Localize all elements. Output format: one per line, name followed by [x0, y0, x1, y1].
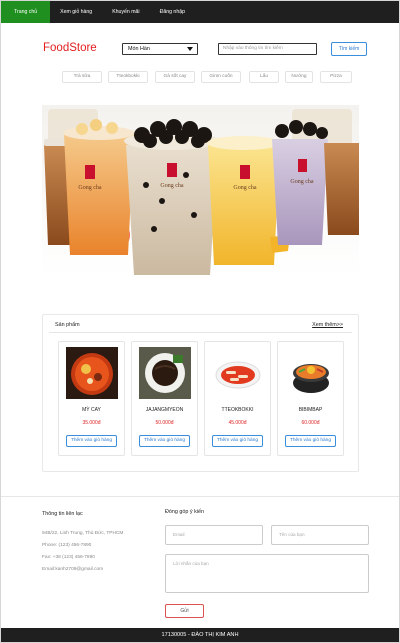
product-name: MỲ CAY [82, 407, 101, 413]
category-chip[interactable]: Pizza [320, 71, 352, 83]
cup-label: Gong cha [290, 179, 313, 185]
contact-email: Email:kanh2709@gmail.com [42, 567, 104, 572]
cup-label: Gong cha [233, 185, 256, 191]
top-nav: Trang chủ Xem giỏ hàng Khuyến mãi Đăng n… [1, 1, 399, 23]
bibimbap-image [285, 347, 337, 399]
product-section: Sản phẩm Xem thêm>> MỲ CAY 35.000đ Thêm … [42, 314, 359, 472]
product-price: 60.000đ [301, 420, 320, 426]
add-to-cart-button[interactable]: Thêm vào giỏ hàng [212, 435, 263, 447]
divider [49, 332, 352, 333]
add-to-cart-button[interactable]: Thêm vào giỏ hàng [285, 435, 336, 447]
category-chips: Trà sữa Tteokbokki Gà sốt cay Gimn cuốn … [1, 71, 400, 83]
product-card: JAJANGMYEON 50.000đ Thêm vào giỏ hàng [131, 341, 198, 456]
send-button[interactable]: Gửi [165, 604, 204, 618]
contact-phone: Phone: (123) 456-7890 [42, 543, 92, 548]
category-chip[interactable]: Tteokbokki [108, 71, 148, 83]
product-name: TTEOKBOKKI [221, 407, 254, 413]
category-chip[interactable]: Nướng [285, 71, 313, 83]
nav-item-home[interactable]: Trang chủ [1, 1, 51, 23]
cup-label: Gong cha [78, 185, 101, 191]
contact-title: Thông tin liên lạc [42, 511, 83, 517]
footer-bar: 17130005 - ĐÀO THỊ KIM ANH [1, 628, 399, 642]
category-chip[interactable]: Gà sốt cay [155, 71, 195, 83]
category-select-value: Món Hàn [128, 46, 150, 52]
product-price: 35.000đ [82, 420, 101, 426]
product-name: BIBIMBAP [298, 407, 323, 413]
bubble-tea-illustration: Gong cha Gong cha Gong cha Gong cha [42, 105, 359, 277]
category-chip[interactable]: Gimn cuốn [201, 71, 241, 83]
add-to-cart-button[interactable]: Thêm vào giỏ hàng [139, 435, 190, 447]
message-field[interactable]: Lời nhắn của bạn [165, 554, 369, 593]
email-field[interactable]: Email [165, 525, 263, 545]
nav-item-promotions[interactable]: Khuyến mãi [102, 1, 149, 23]
section-title: Sản phẩm [55, 322, 80, 328]
footer-divider [1, 496, 399, 497]
add-to-cart-button[interactable]: Thêm vào giỏ hàng [66, 435, 117, 447]
contact-fax: Fax: +38 (123) 456-7890 [42, 555, 95, 560]
product-card: BIBIMBAP 60.000đ Thêm vào giỏ hàng [277, 341, 344, 456]
chevron-down-icon [187, 47, 193, 51]
contact-address: 94B/22, Linh Trung, Thủ Đức, TPHCM [42, 531, 124, 536]
feedback-title: Đóng góp ý kiến [165, 509, 204, 515]
cup-label: Gong cha [160, 183, 183, 189]
tteokbokki-image [212, 347, 264, 399]
site-logo[interactable]: FoodStore [43, 42, 97, 54]
search-button[interactable]: Tìm kiếm [331, 42, 367, 56]
footer-text: 17130005 - ĐÀO THỊ KIM ANH [161, 632, 239, 638]
category-select[interactable]: Món Hàn [122, 43, 198, 55]
page: Trang chủ Xem giỏ hàng Khuyến mãi Đăng n… [0, 0, 400, 643]
nav-item-cart[interactable]: Xem giỏ hàng [50, 1, 102, 23]
name-field[interactable]: Tên của bạn [271, 525, 369, 545]
product-price: 45.000đ [228, 420, 247, 426]
spicy-noodles-image [66, 347, 118, 399]
hero-banner: Gong cha Gong cha Gong cha Gong cha [42, 105, 359, 277]
product-card: MỲ CAY 35.000đ Thêm vào giỏ hàng [58, 341, 125, 456]
see-more-link[interactable]: Xem thêm>> [312, 322, 343, 328]
product-price: 50.000đ [155, 420, 174, 426]
jajangmyeon-image [139, 347, 191, 399]
category-chip[interactable]: Trà sữa [62, 71, 102, 83]
search-input[interactable]: Nhập vào thông tin tìm kiếm [218, 43, 317, 55]
product-card: TTEOKBOKKI 45.000đ Thêm vào giỏ hàng [204, 341, 271, 456]
nav-item-login[interactable]: Đăng nhập [150, 1, 195, 23]
category-chip[interactable]: Lẩu [249, 71, 279, 83]
product-name: JAJANGMYEON [145, 407, 184, 413]
